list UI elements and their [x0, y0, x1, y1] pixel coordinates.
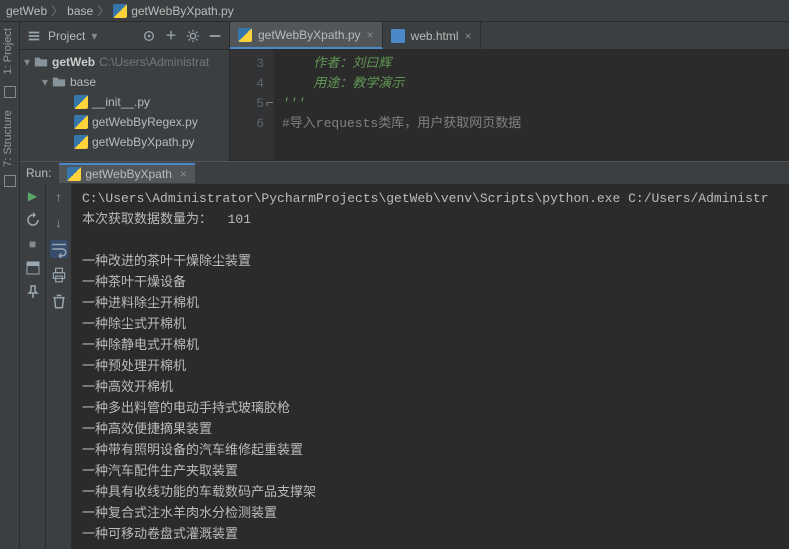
console-line: 一种复合式注水羊肉水分检测装置 — [82, 503, 779, 524]
folder-icon — [34, 55, 48, 69]
pin-icon[interactable] — [25, 284, 41, 300]
console-count: 本次获取数据数量为： 101 — [82, 209, 779, 230]
console-line: 一种高效便捷摘果装置 — [82, 419, 779, 440]
console-blank — [82, 230, 779, 251]
html-icon — [391, 29, 405, 43]
structure-tool-tab[interactable]: 7: Structure — [0, 104, 16, 173]
run-header: Run: getWebByXpath × — [20, 162, 789, 184]
python-icon — [67, 167, 81, 181]
console-line: 一种多出料管的电动手持式玻璃胶枪 — [82, 398, 779, 419]
editor-tabs: getWebByXpath.py × web.html × — [230, 22, 789, 50]
run-config-tab[interactable]: getWebByXpath × — [59, 163, 195, 183]
breadcrumb-folder[interactable]: base — [67, 4, 93, 18]
run-title: Run: — [26, 166, 51, 180]
editor-tab-label: getWebByXpath.py — [258, 28, 361, 42]
left-tool-strip: 1: Project 7: Structure — [0, 22, 20, 549]
code-line: 作者：刘曰辉 — [282, 54, 781, 74]
editor-body[interactable]: 3 4 5 6 作者：刘曰辉 用途：教学演示 ⌐''' #导入requests类… — [230, 50, 789, 160]
collapse-icon[interactable] — [163, 28, 179, 44]
tree-file[interactable]: getWebByXpath.py — [20, 132, 229, 152]
console-line: 一种高效开棉机 — [82, 377, 779, 398]
target-icon[interactable] — [141, 28, 157, 44]
layout-icon[interactable] — [25, 260, 41, 276]
line-number: 6 — [230, 114, 264, 134]
project-panel: Project ▾ ▾ getWeb C:\Users\Administrat … — [20, 22, 230, 161]
restart-icon[interactable] — [25, 212, 41, 228]
editor-tab-active[interactable]: getWebByXpath.py × — [230, 22, 383, 49]
chevron-down-icon[interactable]: ▾ — [91, 29, 97, 43]
console-line: 一种进料除尘开棉机 — [82, 293, 779, 314]
tree-file-label: getWebByXpath.py — [92, 135, 195, 149]
code-line: 用途：教学演示 — [282, 74, 781, 94]
down-arrow-icon[interactable]: ↓ — [50, 214, 68, 232]
console-line: 一种改进的茶叶干燥除尘装置 — [82, 251, 779, 272]
project-tree: ▾ getWeb C:\Users\Administrat ▾ base __i… — [20, 50, 229, 161]
print-icon[interactable] — [50, 266, 68, 284]
console-line: 一种除静电式开棉机 — [82, 335, 779, 356]
code-line: #导入requests类库，用户获取网页数据 — [282, 114, 781, 134]
tool-square-icon[interactable] — [4, 86, 16, 98]
tool-square-icon[interactable] — [4, 175, 16, 187]
editor-tab-label: web.html — [411, 29, 459, 43]
python-icon — [74, 115, 88, 129]
python-icon — [74, 135, 88, 149]
breadcrumb-root[interactable]: getWeb — [6, 4, 47, 18]
run-tool-column-secondary: ↑ ↓ — [46, 184, 72, 549]
wrap-icon[interactable] — [50, 240, 68, 258]
python-icon — [113, 4, 127, 18]
project-panel-title: Project — [48, 29, 85, 43]
fold-end-icon[interactable]: ⌐ — [266, 94, 274, 114]
console-line: 一种可移动卷盘式灌溉装置 — [82, 524, 779, 545]
tree-folder[interactable]: ▾ base — [20, 72, 229, 92]
console-line: 一种带有照明设备的汽车维修起重装置 — [82, 440, 779, 461]
editor-panel: getWebByXpath.py × web.html × 3 4 5 6 — [230, 22, 789, 161]
run-tab-label: getWebByXpath — [85, 167, 172, 181]
console-line: 一种具有收线功能的车载数码产品支撑架 — [82, 482, 779, 503]
breadcrumb: getWeb 〉 base 〉 getWebByXpath.py — [0, 0, 789, 22]
tree-root-label: getWeb — [52, 55, 95, 69]
line-number: 3 — [230, 54, 264, 74]
tree-folder-label: base — [70, 75, 96, 89]
close-icon[interactable]: × — [180, 167, 187, 181]
console-line: 一种除尘式开棉机 — [82, 314, 779, 335]
stop-icon[interactable]: ■ — [25, 236, 41, 252]
minus-icon[interactable] — [207, 28, 223, 44]
breadcrumb-file[interactable]: getWebByXpath.py — [131, 4, 234, 18]
tree-file-label: __init__.py — [92, 95, 150, 109]
console-line: 一种汽车配件生产夹取装置 — [82, 461, 779, 482]
tree-root[interactable]: ▾ getWeb C:\Users\Administrat — [20, 52, 229, 72]
console-output[interactable]: C:\Users\Administrator\PycharmProjects\g… — [72, 184, 789, 549]
code-area[interactable]: 作者：刘曰辉 用途：教学演示 ⌐''' #导入requests类库，用户获取网页… — [274, 50, 789, 160]
up-arrow-icon[interactable]: ↑ — [50, 188, 68, 206]
line-number: 4 — [230, 74, 264, 94]
chevron-down-icon[interactable]: ▾ — [24, 55, 34, 69]
breadcrumb-sep: 〉 — [97, 2, 109, 19]
tree-file[interactable]: getWebByRegex.py — [20, 112, 229, 132]
project-tool-tab[interactable]: 1: Project — [0, 22, 16, 80]
breadcrumb-sep: 〉 — [51, 2, 63, 19]
close-icon[interactable]: × — [367, 28, 374, 42]
code-line: ⌐''' — [282, 94, 781, 114]
project-view-select[interactable] — [26, 28, 42, 44]
tree-file-label: getWebByRegex.py — [92, 115, 198, 129]
gear-icon[interactable] — [185, 28, 201, 44]
python-icon — [74, 95, 88, 109]
run-tool-column-main: ▶ ■ — [20, 184, 46, 549]
run-panel: Run: getWebByXpath × ▶ ■ ↑ ↓ — [20, 161, 789, 549]
close-icon[interactable]: × — [465, 29, 472, 43]
console-cmd: C:\Users\Administrator\PycharmProjects\g… — [82, 188, 779, 209]
tree-file[interactable]: __init__.py — [20, 92, 229, 112]
chevron-down-icon[interactable]: ▾ — [42, 75, 52, 89]
line-number: 5 — [230, 94, 264, 114]
console-line: 一种茶叶干燥设备 — [82, 272, 779, 293]
tree-root-path: C:\Users\Administrat — [99, 55, 209, 69]
project-toolbar: Project ▾ — [20, 22, 229, 50]
folder-icon — [52, 75, 66, 89]
trash-icon[interactable] — [50, 292, 68, 310]
console-line: 一种预处理开棉机 — [82, 356, 779, 377]
editor-tab[interactable]: web.html × — [383, 22, 481, 49]
python-icon — [238, 28, 252, 42]
run-icon[interactable]: ▶ — [25, 188, 41, 204]
